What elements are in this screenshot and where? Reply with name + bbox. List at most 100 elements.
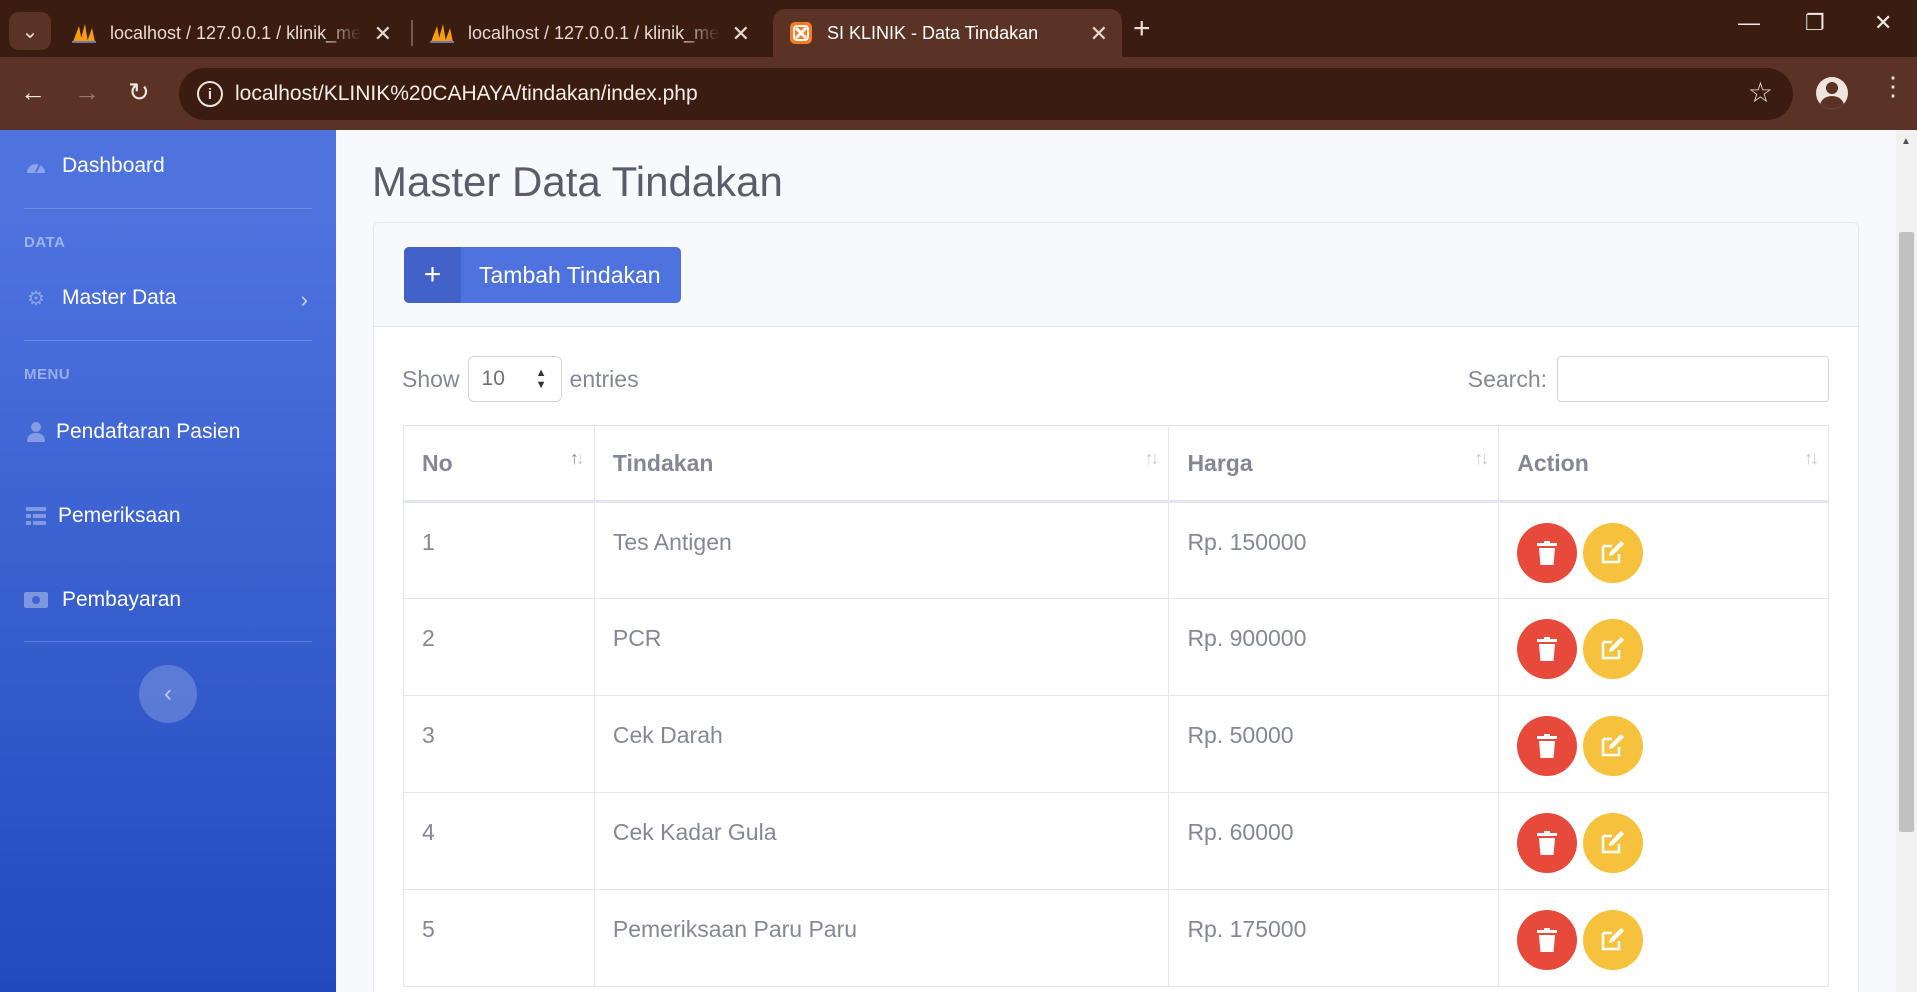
edit-button[interactable]: [1583, 910, 1644, 970]
cell-harga: Rp. 150000: [1168, 501, 1500, 599]
cell-harga: Rp. 175000: [1168, 889, 1500, 987]
edit-icon: [1601, 541, 1625, 564]
profile-avatar-icon[interactable]: [1816, 77, 1848, 109]
sidebar-item-label: Master Data: [62, 286, 177, 309]
close-icon[interactable]: ✕: [732, 21, 750, 47]
sidebar-divider: [24, 340, 312, 341]
sidebar-divider: [24, 208, 312, 209]
table-row: 3 Cek Darah Rp. 50000: [403, 695, 1829, 793]
restore-icon[interactable]: ❐: [1805, 10, 1825, 36]
forward-arrow-icon[interactable]: →: [74, 77, 100, 108]
column-header-tindakan[interactable]: Tindakan ↑↓: [593, 425, 1170, 503]
column-header-action[interactable]: Action ↑↓: [1498, 425, 1829, 503]
table-icon: [24, 504, 48, 528]
sidebar-item-pembayaran[interactable]: Pembayaran: [24, 588, 181, 612]
close-icon[interactable]: ✕: [374, 21, 392, 47]
edit-button[interactable]: [1583, 523, 1644, 583]
cell-action: [1498, 501, 1829, 599]
sidebar-item-pendaftaran-pasien[interactable]: Pendaftaran Pasien: [24, 420, 240, 444]
cell-tindakan: Cek Kadar Gula: [593, 792, 1170, 890]
scrollbar-thumb[interactable]: [1899, 232, 1914, 832]
delete-button[interactable]: [1517, 910, 1578, 970]
tab-title: localhost / 127.0.0.1 / klinik_medika: [110, 22, 362, 43]
delete-button[interactable]: [1517, 716, 1578, 776]
sort-icon: ↑↓: [1804, 448, 1819, 468]
cell-tindakan: Tes Antigen: [593, 501, 1170, 599]
add-button-label: Tambah Tindakan: [479, 261, 661, 288]
cell-tindakan: PCR: [593, 598, 1170, 696]
tab-title: SI KLINIK - Data Tindakan: [827, 22, 1039, 43]
bookmark-star-icon[interactable]: ☆: [1748, 76, 1773, 109]
table-row: 2 PCR Rp. 900000: [403, 598, 1829, 696]
tab-search-button[interactable]: ⌄: [9, 12, 51, 50]
edit-button[interactable]: [1583, 619, 1644, 679]
sidebar-heading-data: DATA: [24, 234, 66, 251]
tab-separator: [411, 20, 413, 46]
sidebar-item-label: Pemeriksaan: [58, 504, 181, 527]
cell-no: 5: [403, 889, 595, 987]
url-text[interactable]: localhost/KLINIK%20CAHAYA/tindakan/index…: [235, 82, 698, 106]
trash-icon: [1537, 541, 1558, 565]
browser-tab-3-active[interactable]: SI KLINIK - Data Tindakan ✕: [773, 9, 1122, 57]
user-icon: [24, 420, 48, 444]
sidebar-toggle-button[interactable]: ‹: [139, 665, 197, 723]
tab-title: localhost / 127.0.0.1 / klinik_medika: [468, 22, 720, 43]
browser-menu-icon[interactable]: ⋮: [1880, 73, 1906, 99]
sidebar-item-dashboard[interactable]: Dashboard: [24, 154, 165, 178]
table-row: 5 Pemeriksaan Paru Paru Rp. 175000: [403, 889, 1829, 987]
search-input[interactable]: [1557, 356, 1829, 402]
edit-icon: [1601, 637, 1625, 660]
browser-tab-1[interactable]: localhost / 127.0.0.1 / klinik_medika ✕: [56, 9, 406, 57]
page-title: Master Data Tindakan: [372, 158, 783, 205]
column-header-no[interactable]: No ↑↓: [403, 425, 595, 503]
entries-length-control: Show 10 ▲ ▼ entries: [402, 356, 639, 402]
sidebar-item-master-data[interactable]: ⚙ Master Data: [24, 286, 176, 310]
edit-icon: [1601, 734, 1625, 757]
sort-icon: ↑↓: [1474, 448, 1489, 468]
edit-button[interactable]: [1583, 716, 1644, 776]
edit-button[interactable]: [1583, 813, 1644, 873]
cell-harga: Rp. 60000: [1168, 792, 1500, 890]
cell-no: 4: [403, 792, 595, 890]
chevron-left-icon: ‹: [164, 680, 172, 707]
cell-tindakan: Cek Darah: [593, 695, 1170, 793]
page-scrollbar[interactable]: ▲: [1896, 130, 1917, 992]
cell-action: [1498, 792, 1829, 890]
delete-button[interactable]: [1517, 813, 1578, 873]
window-close-icon[interactable]: ✕: [1874, 10, 1892, 36]
address-bar[interactable]: i localhost/KLINIK%20CAHAYA/tindakan/ind…: [179, 68, 1793, 120]
minimize-icon[interactable]: —: [1738, 10, 1760, 36]
sidebar-item-pemeriksaan[interactable]: Pemeriksaan: [24, 504, 181, 528]
new-tab-plus-icon[interactable]: +: [1133, 12, 1151, 46]
chevron-right-icon[interactable]: ›: [301, 287, 308, 313]
back-arrow-icon[interactable]: ←: [20, 77, 46, 108]
delete-button[interactable]: [1517, 619, 1578, 679]
phpmyadmin-icon: [72, 21, 96, 45]
chevron-down-icon: ⌄: [21, 20, 39, 43]
site-info-icon[interactable]: i: [197, 81, 223, 107]
add-tindakan-button[interactable]: + Tambah Tindakan: [404, 247, 681, 303]
delete-button[interactable]: [1517, 523, 1578, 583]
trash-icon: [1537, 734, 1558, 758]
sidebar-item-label: Pembayaran: [62, 588, 182, 611]
sidebar-divider: [24, 641, 312, 642]
column-header-harga[interactable]: Harga ↑↓: [1168, 425, 1500, 503]
sidebar: Dashboard DATA ⚙ Master Data › MENU Pend…: [0, 130, 336, 992]
sidebar-item-label: Pendaftaran Pasien: [56, 420, 241, 443]
money-icon: [24, 588, 48, 612]
scroll-up-arrow-icon[interactable]: ▲: [1901, 136, 1911, 147]
edit-icon: [1601, 928, 1625, 951]
browser-tab-2[interactable]: localhost / 127.0.0.1 / klinik_medika ✕: [414, 9, 764, 57]
tindakan-table: No ↑↓ Tindakan ↑↓ Harga ↑↓ Action ↑↓ 1 Tes A…: [403, 425, 1829, 987]
browser-tab-bar: ⌄ localhost / 127.0.0.1 / klinik_medika …: [0, 0, 1917, 57]
trash-icon: [1537, 831, 1558, 855]
select-arrows-icon: ▲ ▼: [535, 367, 547, 391]
cell-action: [1498, 889, 1829, 987]
close-icon[interactable]: ✕: [1090, 21, 1108, 47]
cell-tindakan: Pemeriksaan Paru Paru: [593, 889, 1170, 987]
cog-icon: ⚙: [27, 287, 45, 310]
entries-select[interactable]: 10 ▲ ▼: [467, 356, 562, 402]
reload-icon[interactable]: ↻: [128, 77, 150, 108]
table-row: 4 Cek Kadar Gula Rp. 60000: [403, 792, 1829, 890]
sidebar-item-label: Dashboard: [62, 154, 165, 177]
